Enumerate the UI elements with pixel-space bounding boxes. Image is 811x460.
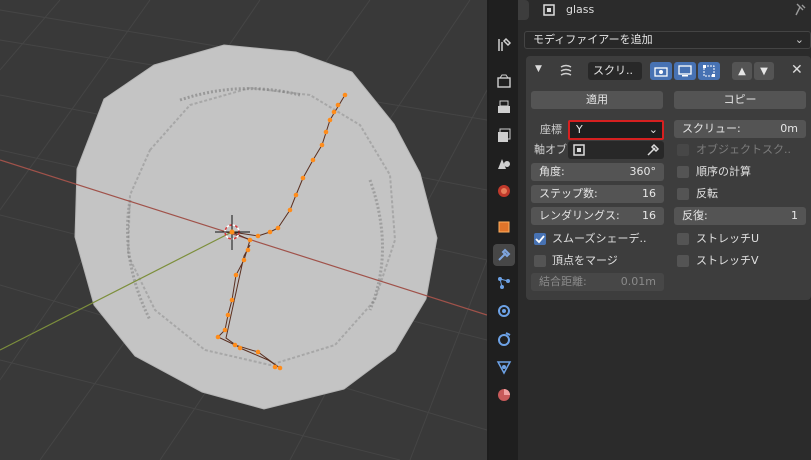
stretch-u-label[interactable]: ストレッチU — [696, 232, 759, 246]
object-name: glass — [566, 3, 595, 16]
steps-field[interactable]: ステップ数: 16 — [531, 185, 664, 203]
iterations-value: 1 — [791, 209, 798, 222]
screw-label: スクリュー: — [682, 122, 741, 135]
merge-distance-field[interactable]: 結合距離: 0.01m — [531, 273, 664, 291]
angle-field[interactable]: 角度: 360° — [531, 163, 664, 181]
view-layer-tab-icon[interactable] — [493, 124, 515, 146]
properties-tab-bar — [489, 0, 518, 460]
calc-order-checkbox[interactable] — [677, 166, 689, 178]
material-tab-icon[interactable] — [493, 384, 515, 406]
merge-vertices-label[interactable]: 頂点をマージ — [552, 254, 618, 268]
stretch-v-label[interactable]: ストレッチV — [696, 254, 759, 268]
object-tab-icon[interactable] — [493, 216, 515, 238]
render-steps-field[interactable]: レンダリングス: 16 — [531, 207, 664, 225]
modifier-tab-icon[interactable] — [493, 244, 515, 266]
add-modifier-label: モディファイアーを追加 — [533, 33, 653, 46]
physics-tab-icon[interactable] — [493, 300, 515, 322]
object-icon — [572, 143, 586, 160]
move-down-button[interactable]: ▼ — [754, 62, 774, 80]
modifier-name-field[interactable]: スクリ.. — [588, 62, 642, 80]
angle-value: 360° — [629, 165, 657, 178]
screw-modifier-icon — [558, 63, 574, 82]
editor-type-button[interactable] — [518, 0, 529, 20]
iterations-label: 反復: — [682, 209, 708, 222]
screw-value: 0m — [780, 122, 798, 135]
constraints-tab-icon[interactable] — [493, 328, 515, 350]
copy-button[interactable]: コピー — [674, 91, 806, 109]
render-steps-label: レンダリングス: — [539, 209, 620, 222]
flip-label[interactable]: 反転 — [696, 187, 718, 201]
move-up-button[interactable]: ▲ — [732, 62, 752, 80]
iterations-field[interactable]: 反復: 1 — [674, 207, 806, 225]
chevron-down-icon: ⌄ — [648, 123, 658, 136]
axis-label: 座標 — [540, 123, 562, 136]
screw-modifier-panel: ▼ スクリ.. ▲ ▼ ✕ 適用 コピー 座標 Y ⌄ 軸オブ 角度: 360°… — [526, 56, 811, 300]
move-up-icon: ▲ — [738, 65, 746, 77]
output-tab-icon[interactable] — [493, 96, 515, 118]
add-modifier-dropdown[interactable]: モディファイアーを追加 ⌄ — [524, 31, 811, 49]
scene-tab-icon[interactable] — [493, 152, 515, 174]
world-tab-icon[interactable] — [493, 180, 515, 202]
render-tab-icon[interactable] — [493, 70, 515, 92]
collapse-triangle-icon[interactable]: ▼ — [535, 64, 542, 74]
angle-label: 角度: — [539, 165, 565, 178]
3d-viewport[interactable] — [0, 0, 487, 460]
merge-distance-label: 結合距離: — [539, 275, 587, 288]
show-in-editmode-button[interactable] — [650, 62, 672, 80]
object-screw-label[interactable]: オブジェクトスク.. — [696, 143, 791, 157]
axis-value: Y — [576, 123, 583, 136]
properties-editor: glass モディファイアーを追加 ⌄ ▼ スクリ.. ▲ ▼ ✕ 適用 コピー… — [518, 0, 811, 460]
flip-checkbox[interactable] — [677, 188, 689, 200]
calc-order-label[interactable]: 順序の計算 — [696, 165, 751, 179]
axis-object-field[interactable] — [568, 141, 664, 159]
show-in-viewport-button[interactable] — [674, 62, 696, 80]
steps-label: ステップ数: — [539, 187, 598, 200]
show-on-cage-button[interactable] — [698, 62, 720, 80]
smooth-shading-label[interactable]: スムーズシェーデ.. — [552, 232, 646, 246]
pin-icon[interactable] — [793, 2, 807, 21]
render-steps-value: 16 — [642, 209, 656, 222]
move-down-icon: ▼ — [760, 65, 768, 77]
object-data-tab-icon[interactable] — [493, 356, 515, 378]
properties-header: glass — [518, 0, 811, 22]
stretch-v-checkbox[interactable] — [677, 255, 689, 267]
steps-value: 16 — [642, 187, 656, 200]
screw-field[interactable]: スクリュー: 0m — [674, 120, 806, 138]
checkmark-icon — [535, 235, 545, 244]
tool-tab-icon[interactable] — [493, 34, 515, 56]
object-screw-checkbox[interactable] — [677, 144, 689, 156]
object-icon — [542, 3, 556, 17]
eyedropper-icon[interactable] — [646, 143, 660, 160]
apply-button[interactable]: 適用 — [531, 91, 663, 109]
axis-object-label: 軸オブ — [534, 143, 567, 156]
merge-distance-value: 0.01m — [620, 275, 656, 288]
smooth-shading-checkbox[interactable] — [534, 233, 546, 245]
viewport-scene — [0, 0, 487, 460]
axis-dropdown[interactable]: Y ⌄ — [568, 120, 664, 140]
chevron-down-icon: ⌄ — [794, 33, 804, 46]
merge-vertices-checkbox[interactable] — [534, 255, 546, 267]
stretch-u-checkbox[interactable] — [677, 233, 689, 245]
close-icon[interactable]: ✕ — [791, 62, 803, 78]
particles-tab-icon[interactable] — [493, 272, 515, 294]
